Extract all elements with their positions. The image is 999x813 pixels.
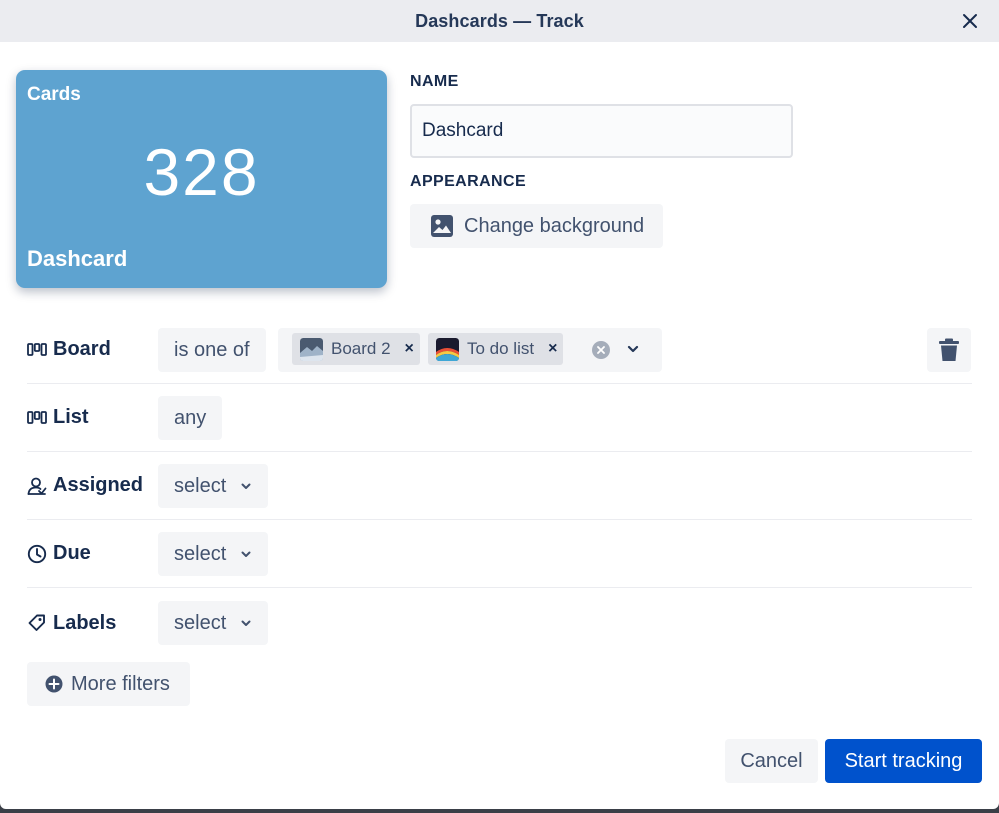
filter-row-due: Due select [27, 520, 972, 588]
board-operator-select[interactable]: is one of [158, 328, 266, 372]
delete-filter-button[interactable] [927, 328, 971, 372]
tag-icon [28, 614, 45, 631]
filter-label-assigned: Assigned [27, 452, 143, 519]
more-filters-label: More filters [71, 672, 170, 695]
board-tag-to-do-list: To do list × [428, 333, 564, 365]
filter-label-board: Board [27, 316, 111, 383]
due-select-value: select [174, 542, 227, 565]
assignee-icon [27, 477, 47, 495]
clear-icon [597, 346, 605, 354]
start-tracking-button[interactable]: Start tracking [825, 739, 982, 783]
clock-icon [27, 544, 47, 563]
dialog-header: Dashcards — Track [0, 0, 999, 42]
filter-label-list: List [27, 384, 89, 451]
name-label: NAME [410, 73, 459, 90]
board-icon [27, 342, 47, 356]
preview-top-label: Cards [27, 84, 81, 105]
filter-row-list: List any [27, 384, 972, 452]
track-dialog: Dashcards — Track Cards 328 Dashcard NAM… [0, 0, 999, 809]
board-2-thumbnail [300, 337, 323, 361]
chevron-down-icon [240, 617, 252, 629]
appearance-label: APPEARANCE [410, 173, 527, 190]
filter-row-labels: Labels select [27, 589, 972, 657]
name-input[interactable] [410, 104, 793, 158]
list-select-value: any [174, 406, 207, 429]
dashcard-preview: Cards 328 Dashcard [16, 70, 387, 288]
board-tag-label: Board 2 [331, 339, 391, 358]
board-multiselect[interactable]: Board 2 × To do list × [278, 328, 662, 372]
preview-name: Dashcard [27, 246, 128, 271]
preview-count: 328 [143, 135, 260, 209]
cancel-button[interactable]: Cancel [725, 739, 818, 783]
plus-circle-icon [45, 675, 63, 693]
filter-row-assigned: Assigned select [27, 452, 972, 520]
dialog-title: Dashcards — Track [415, 10, 584, 31]
change-background-label: Change background [464, 214, 645, 237]
labels-select-value: select [174, 611, 227, 634]
change-background-button[interactable]: Change background [410, 204, 663, 248]
assigned-select-value: select [174, 474, 227, 497]
chevron-down-icon [240, 480, 252, 492]
board-tag-board-2: Board 2 × [292, 333, 420, 365]
filter-label-due: Due [27, 520, 91, 587]
chevron-down-icon [240, 548, 252, 560]
filter-row-board: Board is one of Board 2 × To do list × [27, 316, 972, 384]
more-filters-button[interactable]: More filters [27, 662, 190, 706]
list-select[interactable]: any [158, 396, 223, 440]
to-do-list-thumbnail [436, 337, 459, 361]
board-icon [27, 410, 47, 424]
close-button[interactable] [955, 6, 985, 36]
board-tag-label: To do list [467, 339, 535, 358]
close-icon [963, 14, 977, 28]
board-operator-label: is one of [174, 338, 250, 361]
labels-select[interactable]: select [158, 601, 269, 645]
assigned-select[interactable]: select [158, 464, 269, 508]
chevron-down-icon[interactable] [626, 342, 640, 356]
remove-tag-button[interactable]: × [405, 340, 414, 358]
image-icon [431, 215, 453, 237]
remove-tag-button[interactable]: × [548, 340, 557, 358]
due-select[interactable]: select [158, 532, 269, 576]
filter-label-labels: Labels [27, 589, 116, 657]
trash-icon [939, 338, 959, 361]
clear-selection-button[interactable] [592, 341, 610, 359]
